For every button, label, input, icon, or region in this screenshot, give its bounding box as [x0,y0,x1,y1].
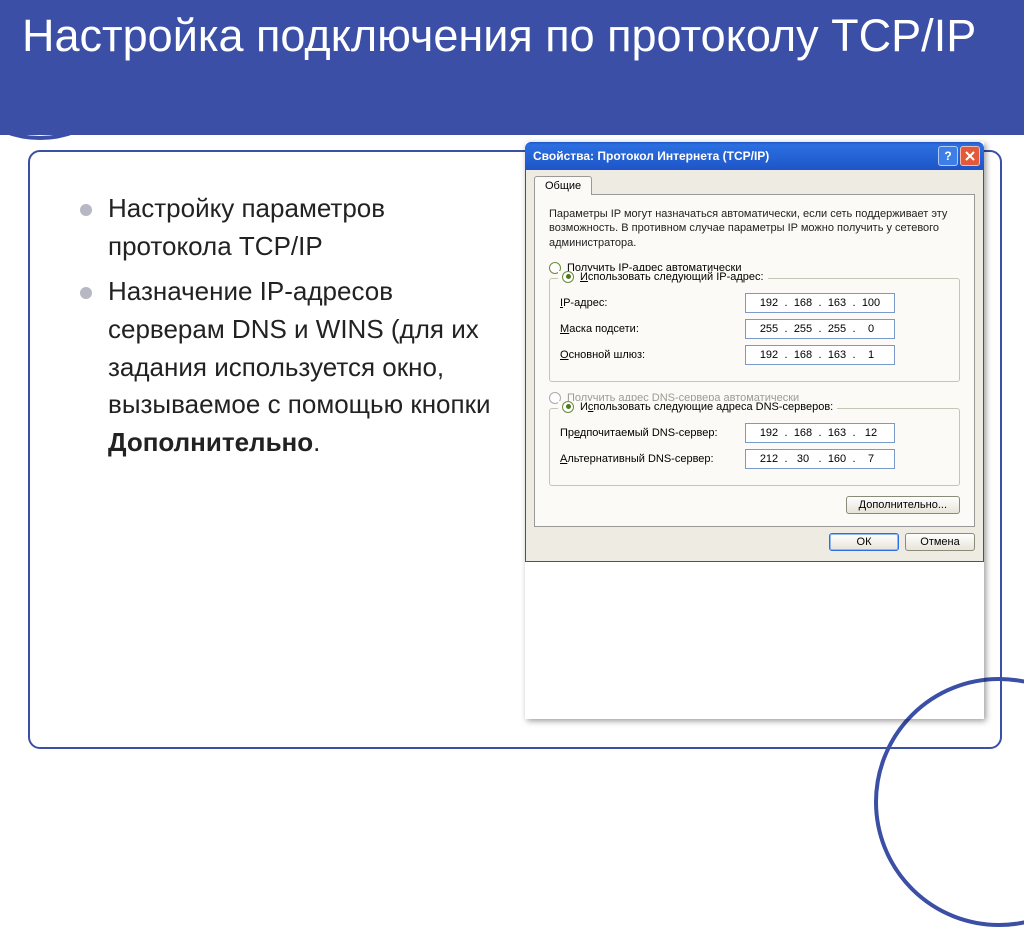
bullet-text: Настройку параметров протокола TCP/IP [108,193,385,261]
field-mask: Маска подсети: 255. 255. 255. 0 [560,319,949,339]
slide-body: Настройку параметров протокола TCP/IP На… [40,160,984,737]
label-gateway: Основной шлюз: [560,349,745,361]
dialog-body: Общие Параметры IP могут назначаться авт… [525,170,984,562]
ok-button[interactable]: ОК [829,533,899,551]
field-dns2: Альтернативный DNS-сервер: 212. 30. 160.… [560,449,949,469]
radio-label: Использовать следующие адреса DNS-сервер… [580,401,833,413]
bullet-end: . [313,427,320,457]
tab-page-general: Параметры IP могут назначаться автоматич… [534,194,975,527]
dialog-button-row: ОК Отмена [534,533,975,551]
group-manual-dns: Использовать следующие адреса DNS-сервер… [549,408,960,486]
slide-title: Настройка подключения по протоколу TCP/I… [0,0,1024,135]
bullet-bold: Дополнительно [108,427,313,457]
group-manual-ip: Использовать следующий IP-адрес: IP-адре… [549,278,960,382]
radio-label: Использовать следующий IP-адрес: [580,271,764,283]
radio-manual-dns[interactable]: Использовать следующие адреса DNS-сервер… [558,401,837,413]
close-icon [965,151,975,161]
close-button[interactable] [960,146,980,166]
bullet-list: Настройку параметров протокола TCP/IP На… [40,160,515,737]
radio-manual-ip[interactable]: Использовать следующий IP-адрес: [558,271,768,283]
presentation-slide: Настройка подключения по протоколу TCP/I… [0,0,1024,767]
bullet-text: Назначение IP-адресов серверам DNS и WIN… [108,276,491,419]
field-dns1: Предпочитаемый DNS-сервер: 192. 168. 163… [560,423,949,443]
tab-general[interactable]: Общие [534,176,592,195]
input-dns1[interactable]: 192. 168. 163. 12 [745,423,895,443]
field-ip: IP-адрес: 192. 168. 163. 100 [560,293,949,313]
label-dns1: Предпочитаемый DNS-сервер: [560,427,745,439]
bullet-item: Настройку параметров протокола TCP/IP [80,190,515,265]
label-dns2: Альтернативный DNS-сервер: [560,453,745,465]
radio-icon [562,271,574,283]
label-mask: Маска подсети: [560,323,745,335]
properties-dialog: Свойства: Протокол Интернета (TCP/IP) ? … [525,142,984,719]
input-gateway[interactable]: 192. 168. 163. 1 [745,345,895,365]
cancel-button[interactable]: Отмена [905,533,975,551]
advanced-button[interactable]: Дополнительно... [846,496,960,514]
radio-icon [562,401,574,413]
description-text: Параметры IP могут назначаться автоматич… [549,207,960,250]
field-gateway: Основной шлюз: 192. 168. 163. 1 [560,345,949,365]
advanced-row: Дополнительно... [549,496,960,514]
input-dns2[interactable]: 212. 30. 160. 7 [745,449,895,469]
bullet-item: Назначение IP-адресов серверам DNS и WIN… [80,273,515,461]
input-mask[interactable]: 255. 255. 255. 0 [745,319,895,339]
dialog-titlebar[interactable]: Свойства: Протокол Интернета (TCP/IP) ? [525,142,984,170]
input-ip[interactable]: 192. 168. 163. 100 [745,293,895,313]
label-ip: IP-адрес: [560,297,745,309]
tab-strip: Общие [534,176,975,195]
help-button[interactable]: ? [938,146,958,166]
dialog-title: Свойства: Протокол Интернета (TCP/IP) [533,149,936,163]
